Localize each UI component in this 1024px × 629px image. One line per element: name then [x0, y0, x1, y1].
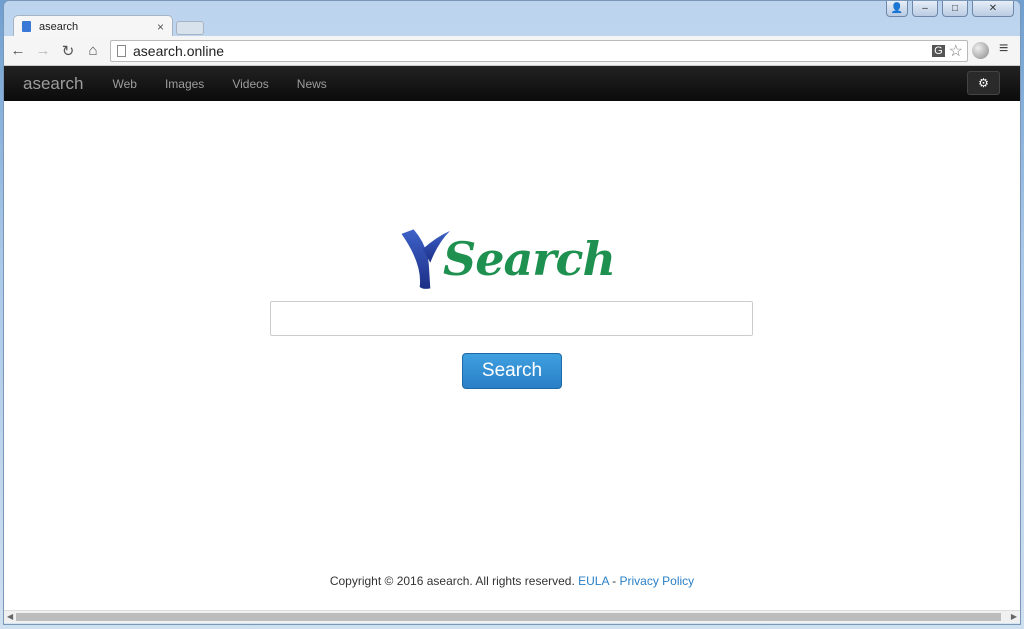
- user-button[interactable]: 👤: [886, 1, 908, 17]
- search-button[interactable]: Search: [462, 353, 562, 389]
- brand-link[interactable]: asearch: [23, 74, 83, 94]
- site-navbar: asearch Web Images Videos News ⚙: [4, 66, 1020, 101]
- settings-button[interactable]: ⚙: [967, 71, 1000, 95]
- nav-news[interactable]: News: [297, 77, 327, 91]
- address-bar[interactable]: asearch.online G ☆: [110, 40, 968, 62]
- footer-separator: -: [608, 574, 620, 588]
- copyright-text: Copyright © 2016 asearch. All rights res…: [329, 574, 579, 588]
- scrollbar-thumb[interactable]: [16, 613, 1001, 621]
- logo: Search: [400, 216, 616, 301]
- scroll-right-icon[interactable]: ▶: [1011, 612, 1017, 621]
- tab-close-icon[interactable]: ×: [157, 20, 164, 34]
- logo-text: Search: [443, 231, 616, 286]
- browser-toolbar: ← → ↻ ⌂ asearch.online G ☆ ≡: [4, 36, 1020, 66]
- page-content: Search Search Copyright © 2016 asearch. …: [4, 101, 1020, 610]
- translate-icon[interactable]: G: [932, 45, 945, 57]
- scroll-left-icon[interactable]: ◀: [7, 612, 13, 621]
- footer: Copyright © 2016 asearch. All rights res…: [4, 574, 1020, 588]
- home-icon[interactable]: ⌂: [82, 42, 104, 59]
- close-window-button[interactable]: ✕: [972, 1, 1014, 17]
- reload-icon[interactable]: ↻: [57, 42, 79, 60]
- nav-videos[interactable]: Videos: [232, 77, 268, 91]
- horizontal-scrollbar[interactable]: ◀ ▶: [4, 610, 1020, 623]
- back-icon[interactable]: ←: [7, 42, 29, 59]
- page-icon: [117, 45, 126, 57]
- page-icon: [22, 21, 31, 32]
- menu-icon[interactable]: ≡: [999, 40, 1008, 58]
- gear-icon: ⚙: [978, 76, 989, 90]
- search-input[interactable]: [270, 301, 753, 336]
- globe-icon[interactable]: [972, 42, 989, 59]
- minimize-button[interactable]: –: [912, 1, 938, 17]
- eula-link[interactable]: EULA: [578, 574, 609, 588]
- tab-asearch[interactable]: asearch ×: [13, 15, 173, 37]
- url-text[interactable]: asearch.online: [133, 43, 224, 59]
- nav-images[interactable]: Images: [165, 77, 204, 91]
- nav-web[interactable]: Web: [112, 77, 136, 91]
- star-icon[interactable]: ☆: [949, 41, 963, 61]
- window-controls: 👤 – □ ✕: [886, 1, 1014, 17]
- privacy-policy-link[interactable]: Privacy Policy: [619, 574, 694, 588]
- forward-icon[interactable]: →: [32, 42, 54, 59]
- new-tab-button[interactable]: [176, 21, 204, 35]
- tab-title: asearch: [39, 20, 79, 33]
- maximize-button[interactable]: □: [942, 1, 968, 17]
